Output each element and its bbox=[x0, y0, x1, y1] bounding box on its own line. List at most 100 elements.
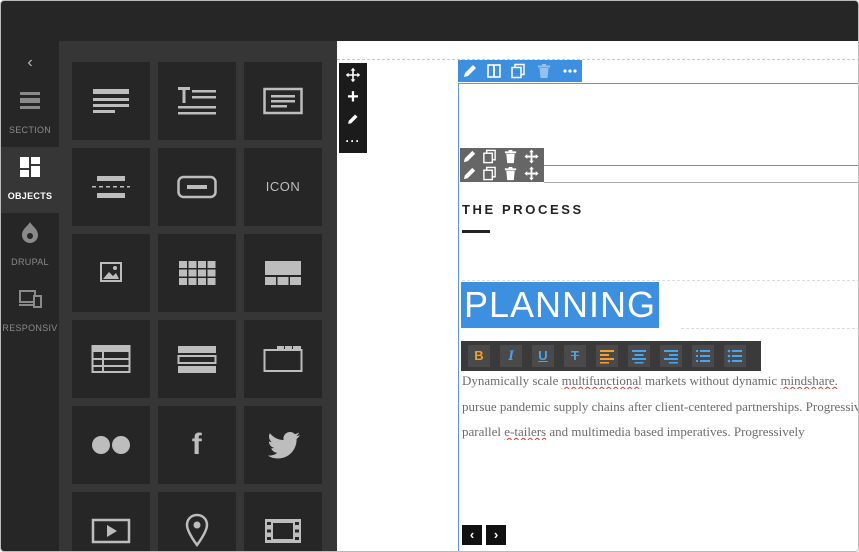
unordered-list-button[interactable] bbox=[724, 345, 746, 367]
paragraph-text: markets without dynamic bbox=[641, 373, 781, 388]
planning-title[interactable]: PLANNING bbox=[461, 282, 660, 328]
misspelled-word: e-tailers bbox=[504, 424, 547, 439]
objects-panel: ICON f bbox=[59, 41, 337, 551]
paragraph-text: and multimedia based imperatives. Progre… bbox=[546, 424, 805, 439]
text-format-toolbar: B I U T bbox=[461, 341, 761, 371]
misspelled-word: mindshare. bbox=[780, 373, 838, 388]
copy-icon[interactable] bbox=[510, 63, 526, 79]
copy-icon[interactable] bbox=[482, 149, 497, 164]
divider-icon bbox=[92, 176, 130, 198]
ordered-list-button[interactable] bbox=[692, 345, 714, 367]
bold-button[interactable]: B bbox=[468, 345, 490, 367]
columns-icon[interactable] bbox=[486, 63, 502, 79]
copy-icon[interactable] bbox=[482, 166, 497, 181]
icon-tile[interactable]: ICON bbox=[244, 148, 322, 226]
row-toolbar: + ··· bbox=[339, 63, 367, 153]
text-guide bbox=[681, 328, 858, 329]
rail-item-drupal[interactable]: DRUPAL bbox=[1, 213, 59, 279]
text-box-tile[interactable] bbox=[244, 62, 322, 140]
strikethrough-button[interactable]: T bbox=[564, 345, 586, 367]
unordered-list-icon bbox=[727, 349, 742, 363]
italic-button[interactable]: I bbox=[500, 345, 522, 367]
tabs-icon bbox=[263, 346, 303, 372]
image-icon bbox=[100, 262, 122, 282]
table-icon bbox=[91, 345, 131, 373]
element-toolbar bbox=[460, 165, 544, 182]
heading-underline bbox=[462, 230, 490, 233]
edit-icon[interactable] bbox=[343, 109, 363, 129]
section-toolbar bbox=[458, 60, 582, 82]
edit-icon[interactable] bbox=[462, 63, 478, 79]
title-text-tile[interactable] bbox=[158, 62, 236, 140]
more-icon[interactable] bbox=[562, 63, 578, 79]
rail-item-responsive[interactable]: RESPONSIV bbox=[1, 279, 59, 345]
tabs-tile[interactable] bbox=[244, 320, 322, 398]
paragraph-text: parallel bbox=[462, 424, 505, 439]
button-tile[interactable] bbox=[158, 148, 236, 226]
align-left-icon bbox=[600, 350, 614, 364]
table-tile[interactable] bbox=[72, 320, 150, 398]
rail-item-section[interactable]: SECTION bbox=[1, 81, 59, 147]
more-icon[interactable]: ··· bbox=[343, 131, 363, 151]
image-tile[interactable] bbox=[72, 234, 150, 312]
video-tile[interactable] bbox=[72, 492, 150, 551]
top-bar bbox=[1, 1, 858, 41]
section-icon bbox=[20, 92, 40, 109]
left-rail: ‹ SECTION OBJECTS DRUPAL RESPONSIV bbox=[1, 41, 59, 551]
body-paragraph-line[interactable]: pursue pandemic supply chains after clie… bbox=[462, 399, 858, 415]
add-icon[interactable]: + bbox=[343, 87, 363, 107]
collapse-button[interactable]: ‹ bbox=[1, 51, 59, 75]
icon-tile-label: ICON bbox=[265, 179, 301, 194]
edit-icon[interactable] bbox=[462, 166, 477, 181]
text-block-tile[interactable] bbox=[72, 62, 150, 140]
gallery-tile[interactable] bbox=[158, 234, 236, 312]
element-toolbar bbox=[460, 148, 544, 165]
twitter-tile[interactable] bbox=[244, 406, 322, 484]
builder-window: ‹ SECTION OBJECTS DRUPAL RESPONSIV ICON … bbox=[0, 0, 859, 552]
film-tile[interactable] bbox=[244, 492, 322, 551]
body-paragraph-line[interactable]: Dynamically scale multifunctional market… bbox=[462, 373, 858, 389]
facebook-tile[interactable]: f bbox=[158, 406, 236, 484]
next-button[interactable]: › bbox=[486, 525, 506, 545]
ordered-list-icon bbox=[696, 350, 710, 362]
map-tile[interactable] bbox=[158, 492, 236, 551]
rail-item-label: DRUPAL bbox=[11, 257, 49, 267]
move-icon[interactable] bbox=[343, 65, 363, 85]
map-pin-icon bbox=[185, 513, 209, 548]
align-right-button[interactable] bbox=[660, 345, 682, 367]
section-heading[interactable]: THE PROCESS bbox=[462, 202, 584, 217]
button-icon bbox=[177, 175, 217, 199]
underline-button[interactable]: U bbox=[532, 345, 554, 367]
rows-tile[interactable] bbox=[158, 320, 236, 398]
drupal-icon bbox=[22, 222, 38, 243]
edit-icon[interactable] bbox=[462, 149, 477, 164]
element-outline bbox=[544, 182, 858, 183]
misspelled-word: multifunctional bbox=[561, 373, 642, 388]
text-block-icon bbox=[93, 89, 129, 113]
body-paragraph-line[interactable]: parallel e-tailers and multimedia based … bbox=[462, 424, 858, 440]
flickr-icon bbox=[92, 436, 130, 454]
text-guide bbox=[462, 280, 858, 281]
delete-icon[interactable] bbox=[503, 149, 518, 164]
move-icon[interactable] bbox=[524, 149, 539, 164]
text-box-icon bbox=[263, 87, 303, 115]
delete-icon[interactable] bbox=[503, 166, 518, 181]
gallery-grid-icon bbox=[179, 261, 216, 285]
move-icon[interactable] bbox=[524, 166, 539, 181]
section-guide bbox=[337, 59, 858, 60]
delete-icon[interactable] bbox=[536, 63, 552, 79]
rows-icon bbox=[177, 346, 217, 373]
film-icon bbox=[265, 519, 301, 543]
align-left-button[interactable] bbox=[596, 345, 618, 367]
rail-item-label: RESPONSIV bbox=[2, 323, 58, 333]
video-icon bbox=[91, 518, 131, 544]
title-text-icon bbox=[178, 87, 216, 115]
prev-button[interactable]: ‹ bbox=[462, 525, 482, 545]
divider-tile[interactable] bbox=[72, 148, 150, 226]
align-right-icon bbox=[664, 350, 678, 364]
rail-item-label: SECTION bbox=[8, 125, 52, 135]
flickr-tile[interactable] bbox=[72, 406, 150, 484]
align-center-button[interactable] bbox=[628, 345, 650, 367]
slider-tile[interactable] bbox=[244, 234, 322, 312]
rail-item-objects[interactable]: OBJECTS bbox=[1, 147, 59, 213]
